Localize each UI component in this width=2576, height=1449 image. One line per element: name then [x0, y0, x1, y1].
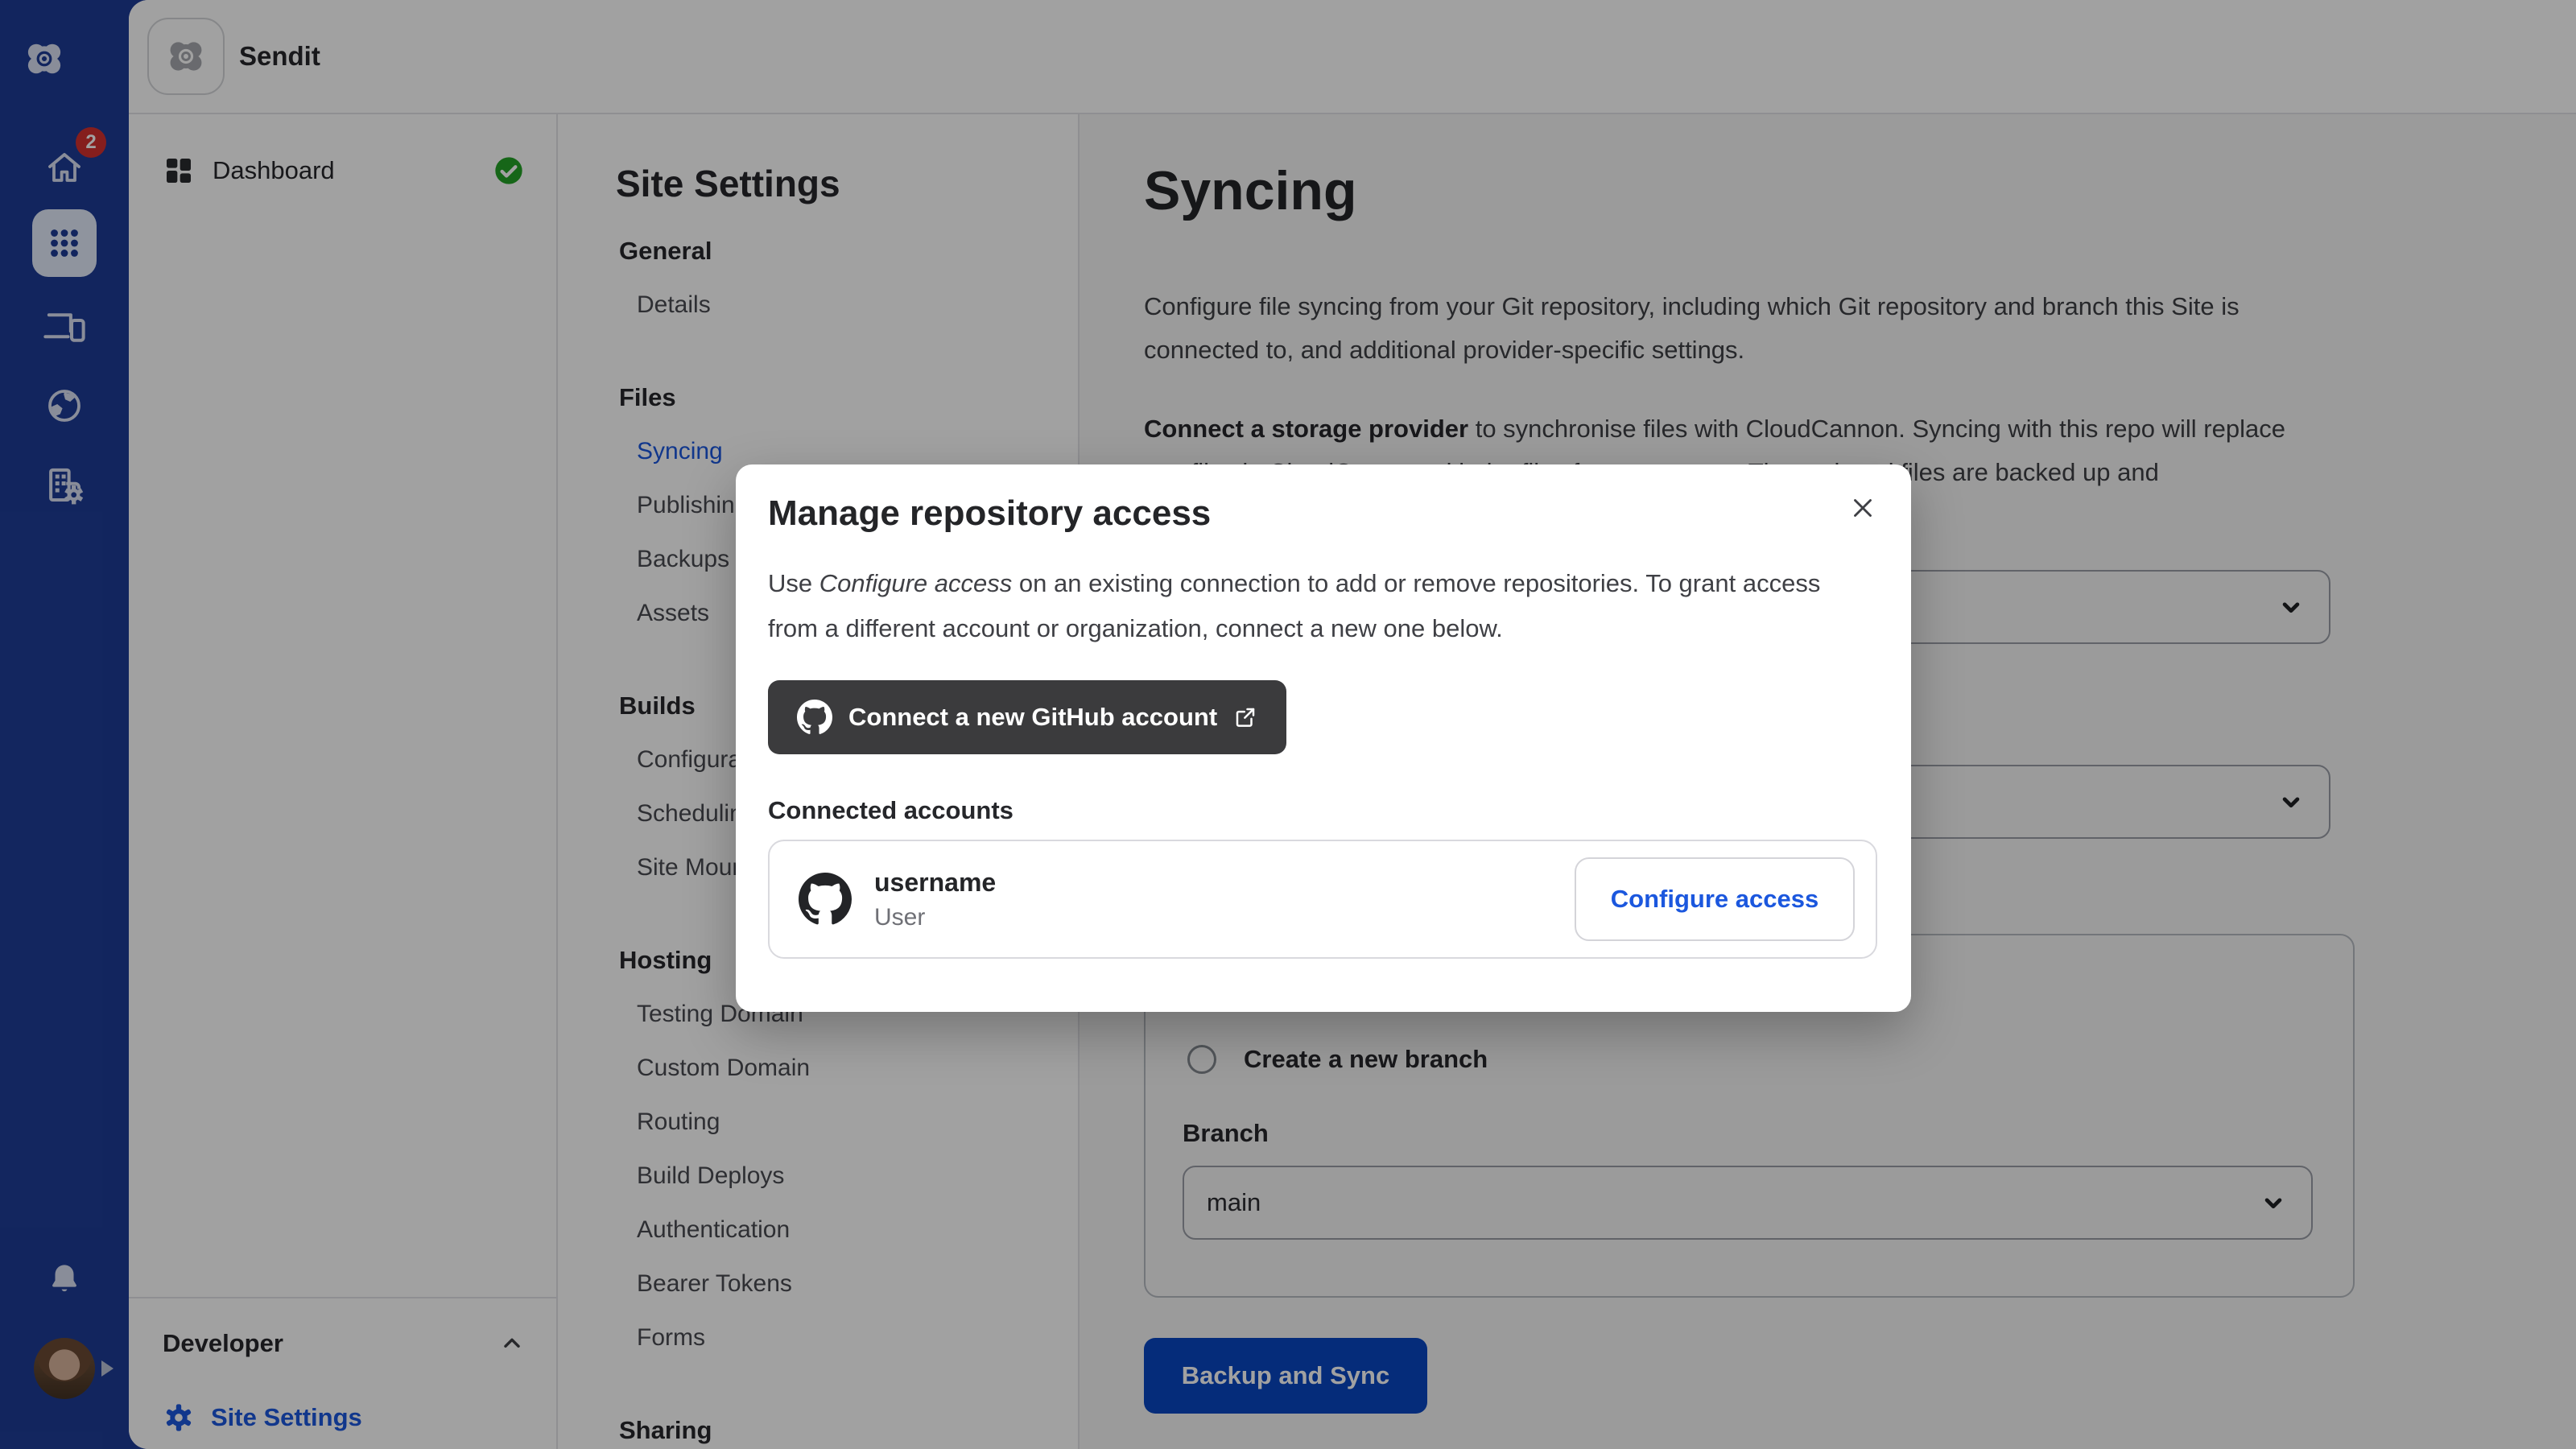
github-icon — [799, 873, 852, 926]
modal-close-button[interactable] — [1845, 490, 1880, 526]
configure-access-button[interactable]: Configure access — [1575, 857, 1855, 941]
account-type: User — [874, 904, 996, 931]
account-username: username — [874, 868, 996, 898]
connect-github-account-button[interactable]: Connect a new GitHub account — [768, 680, 1286, 754]
connect-github-label: Connect a new GitHub account — [848, 703, 1217, 732]
external-link-icon — [1233, 705, 1257, 729]
modal-title: Manage repository access — [768, 493, 1211, 534]
app-window: 2 — [0, 0, 2576, 1449]
manage-repository-access-modal: Manage repository access Use Configure a… — [736, 464, 1911, 1012]
github-icon — [797, 700, 832, 735]
close-icon — [1847, 493, 1878, 523]
connected-account-row: username User Configure access — [768, 840, 1877, 959]
modal-description: Use Configure access on an existing conn… — [768, 561, 1820, 651]
connected-accounts-heading: Connected accounts — [768, 796, 1013, 825]
